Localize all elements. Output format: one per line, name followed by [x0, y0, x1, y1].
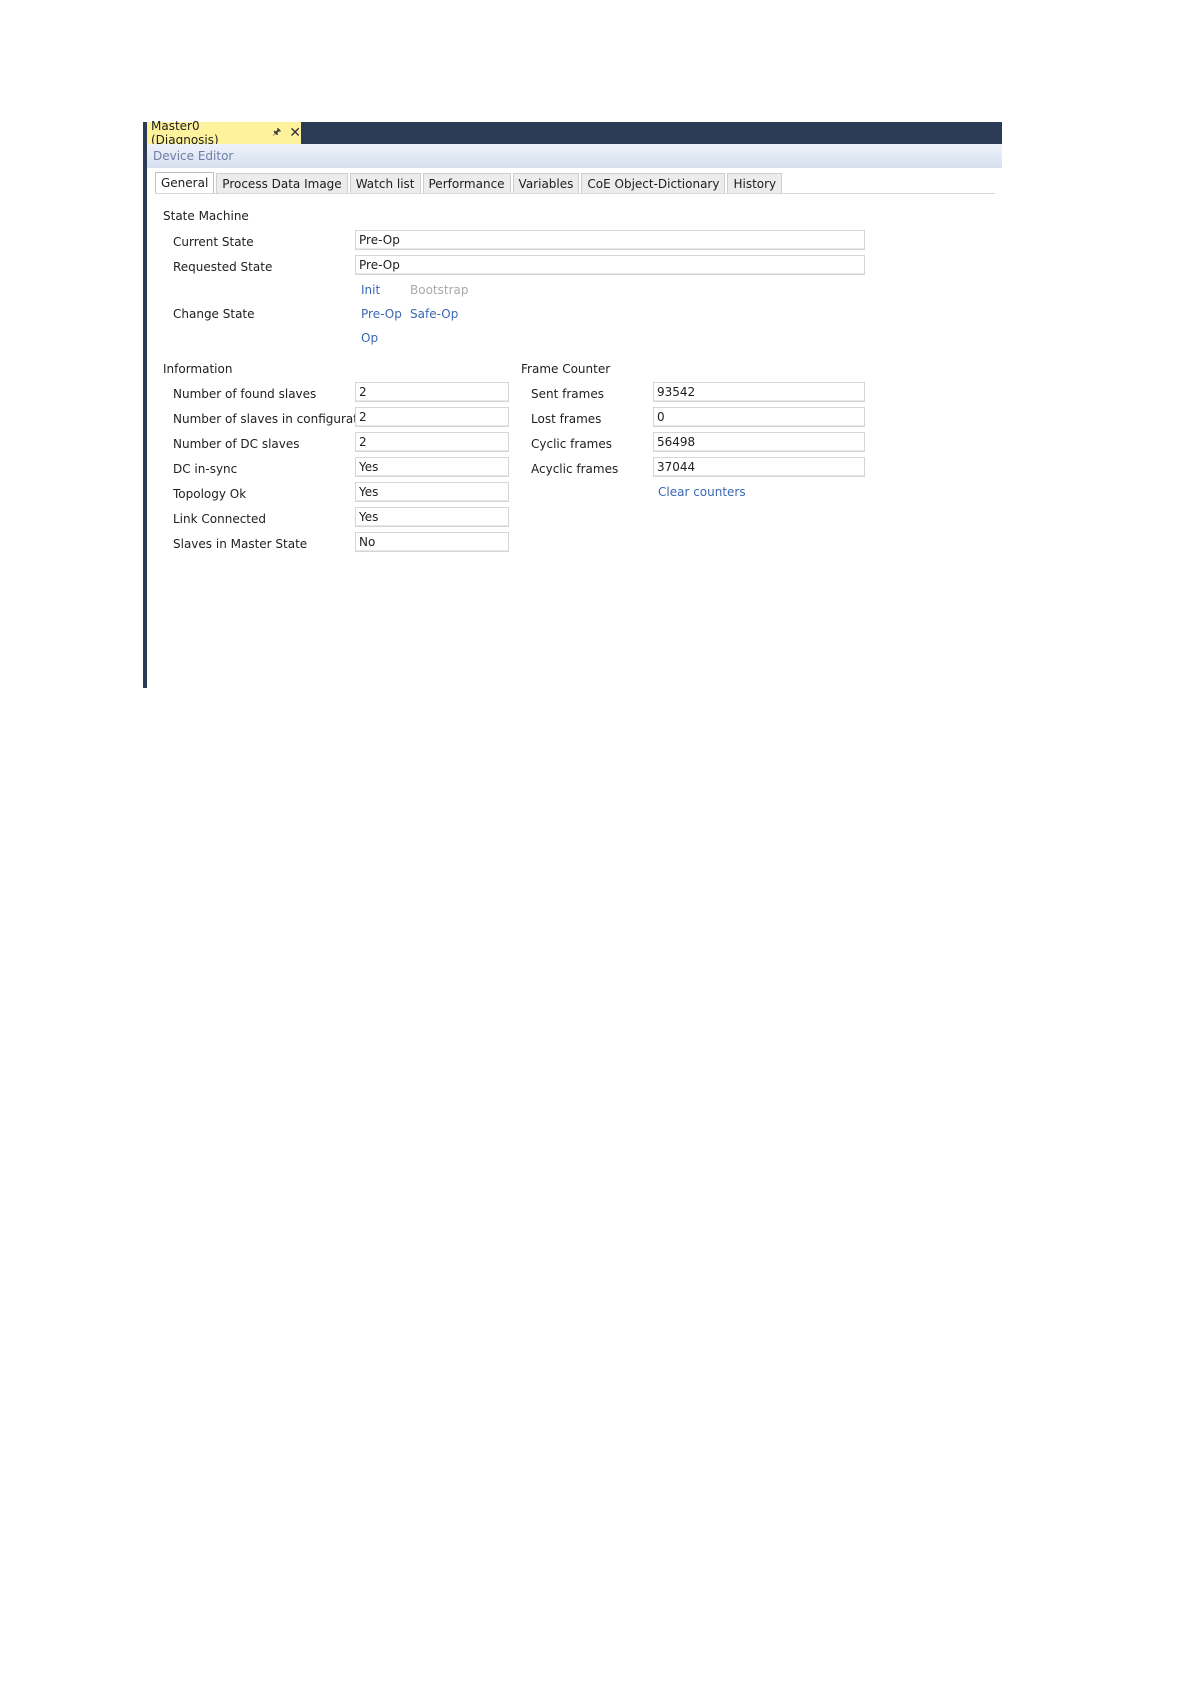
tab-process-data-image[interactable]: Process Data Image: [216, 173, 348, 194]
frame-label: Acyclic frames: [531, 462, 619, 476]
tab-strip: General Process Data Image Watch list Pe…: [155, 172, 784, 194]
clear-counters-button[interactable]: Clear counters: [658, 485, 746, 499]
device-editor-window: Master0 (Diagnosis) 🖈︎ ✕ Device Editor G…: [143, 119, 1002, 688]
change-state-label: Change State: [173, 307, 255, 321]
tab-coe-object-dictionary[interactable]: CoE Object-Dictionary: [581, 173, 726, 194]
preop-button[interactable]: Pre-Op: [361, 307, 402, 321]
document-tab[interactable]: Master0 (Diagnosis) 🖈︎ ✕: [147, 119, 301, 147]
frame-label: Cyclic frames: [531, 437, 612, 451]
tab-watch-list[interactable]: Watch list: [349, 173, 421, 194]
info-value: No: [355, 532, 509, 552]
frame-label: Lost frames: [531, 412, 602, 426]
bootstrap-button[interactable]: Bootstrap: [410, 283, 468, 297]
pin-icon[interactable]: 🖈︎: [272, 125, 281, 142]
tab-performance[interactable]: Performance: [422, 173, 511, 194]
requested-state-label: Requested State: [173, 260, 273, 274]
state-machine-heading: State Machine: [163, 209, 249, 223]
init-button[interactable]: Init: [361, 283, 380, 297]
editor-header: Device Editor: [147, 144, 1002, 168]
info-label: Number of DC slaves: [173, 437, 300, 451]
info-value: Yes: [355, 507, 509, 527]
current-state-field: Pre-Op: [355, 230, 865, 250]
window-left-border: [143, 122, 147, 688]
info-value: 2: [355, 432, 509, 452]
editor-title: Device Editor: [153, 149, 234, 163]
frame-value: 37044: [653, 457, 865, 477]
info-value: Yes: [355, 482, 509, 502]
info-label: Topology Ok: [173, 487, 247, 501]
frame-label: Sent frames: [531, 387, 604, 401]
tab-history[interactable]: History: [727, 173, 783, 194]
frame-value: 56498: [653, 432, 865, 452]
op-button[interactable]: Op: [361, 331, 378, 345]
information-heading: Information: [163, 362, 233, 376]
close-icon[interactable]: ✕: [289, 126, 301, 140]
tab-variables[interactable]: Variables: [512, 173, 580, 194]
info-label: DC in-sync: [173, 462, 238, 476]
info-label: Number of found slaves: [173, 387, 317, 401]
info-value: 2: [355, 407, 509, 427]
safeop-button[interactable]: Safe-Op: [410, 307, 458, 321]
current-state-label: Current State: [173, 235, 254, 249]
info-value: Yes: [355, 457, 509, 477]
document-tab-title: Master0 (Diagnosis): [151, 119, 219, 147]
frame-value: 0: [653, 407, 865, 427]
tab-general[interactable]: General: [155, 172, 215, 194]
info-label: Number of slaves in configuration: [173, 412, 377, 426]
frame-counter-heading: Frame Counter: [521, 362, 611, 376]
info-label: Slaves in Master State: [173, 537, 308, 551]
info-value: 2: [355, 382, 509, 402]
tab-divider: [155, 193, 995, 194]
requested-state-field: Pre-Op: [355, 255, 865, 275]
frame-value: 93542: [653, 382, 865, 402]
info-label: Link Connected: [173, 512, 267, 526]
